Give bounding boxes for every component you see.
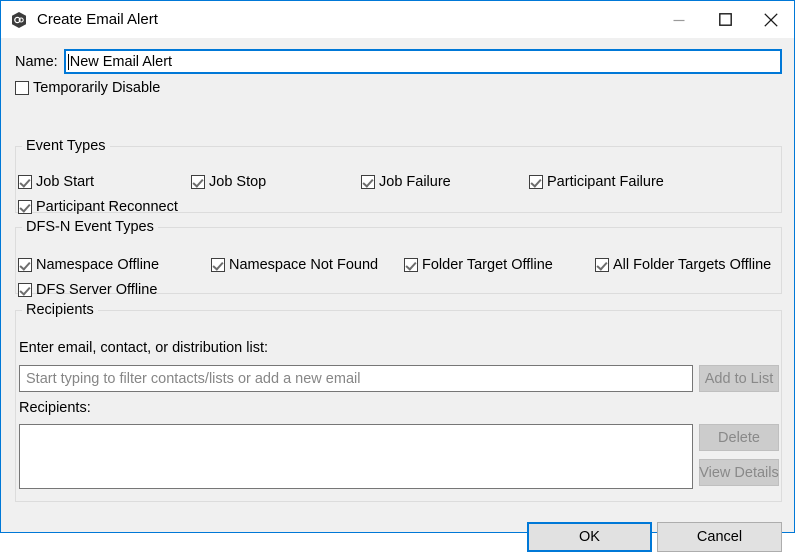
checkbox-job-stop[interactable]: Job Stop: [191, 175, 266, 189]
window-title: Create Email Alert: [37, 12, 158, 27]
checkbox-label: Namespace Offline: [36, 258, 159, 272]
event-types-legend: Event Types: [22, 138, 110, 154]
minimize-button[interactable]: [656, 1, 702, 38]
name-input-value: New Email Alert: [70, 54, 172, 70]
view-details-label: View Details: [699, 465, 779, 481]
ok-button[interactable]: OK: [527, 522, 652, 552]
name-row: Name: New Email Alert: [15, 49, 782, 74]
create-email-alert-dialog: Create Email Alert Nam: [0, 0, 795, 533]
minimize-icon: [673, 14, 685, 26]
temporarily-disable-checkbox[interactable]: Temporarily Disable: [15, 81, 160, 95]
text-caret: [68, 54, 69, 70]
checkbox-participant-failure[interactable]: Participant Failure: [529, 175, 664, 189]
checkbox-box: [15, 81, 29, 95]
checkbox-label: Job Start: [36, 175, 94, 189]
checkbox-folder-target-offline[interactable]: Folder Target Offline: [404, 258, 553, 272]
name-label: Name:: [15, 54, 58, 70]
checkbox-box: [361, 175, 375, 189]
checkbox-box: [595, 258, 609, 272]
checkbox-box: [18, 283, 32, 297]
recipients-search-input[interactable]: Start typing to filter contacts/lists or…: [19, 365, 693, 392]
checkbox-label: Participant Reconnect: [36, 200, 178, 214]
checkbox-participant-reconnect[interactable]: Participant Reconnect: [18, 200, 178, 214]
titlebar: Create Email Alert: [1, 1, 794, 38]
checkbox-label: Job Failure: [379, 175, 451, 189]
recipients-entry-label: Enter email, contact, or distribution li…: [19, 340, 268, 356]
recipients-list-label: Recipients:: [19, 400, 91, 416]
checkbox-label: DFS Server Offline: [36, 283, 157, 297]
checkbox-box: [18, 200, 32, 214]
checkbox-job-failure[interactable]: Job Failure: [361, 175, 451, 189]
maximize-button[interactable]: [702, 1, 748, 38]
dfsn-event-types-legend: DFS-N Event Types: [22, 219, 158, 235]
view-details-button[interactable]: View Details: [699, 459, 779, 486]
maximize-icon: [719, 13, 732, 26]
add-to-list-label: Add to List: [705, 371, 774, 387]
close-button[interactable]: [748, 1, 794, 38]
checkbox-box: [404, 258, 418, 272]
delete-label: Delete: [718, 430, 760, 446]
ok-label: OK: [579, 529, 600, 545]
recipients-search-placeholder: Start typing to filter contacts/lists or…: [26, 371, 360, 387]
checkbox-label: All Folder Targets Offline: [613, 258, 771, 272]
delete-button[interactable]: Delete: [699, 424, 779, 451]
checkbox-box: [18, 175, 32, 189]
checkbox-job-start[interactable]: Job Start: [18, 175, 94, 189]
checkbox-label: Namespace Not Found: [229, 258, 378, 272]
checkbox-namespace-not-found[interactable]: Namespace Not Found: [211, 258, 378, 272]
window-controls: [656, 1, 794, 38]
checkbox-namespace-offline[interactable]: Namespace Offline: [18, 258, 159, 272]
checkbox-label: Job Stop: [209, 175, 266, 189]
checkbox-box: [211, 258, 225, 272]
checkbox-dfs-server-offline[interactable]: DFS Server Offline: [18, 283, 157, 297]
temporarily-disable-label: Temporarily Disable: [33, 81, 160, 95]
checkbox-label: Folder Target Offline: [422, 258, 553, 272]
recipients-legend: Recipients: [22, 302, 98, 318]
checkbox-box: [191, 175, 205, 189]
checkbox-label: Participant Failure: [547, 175, 664, 189]
dialog-body: Name: New Email Alert Temporarily Disabl…: [1, 38, 794, 532]
checkbox-box: [18, 258, 32, 272]
checkbox-box: [529, 175, 543, 189]
checkbox-all-folder-targets-offline[interactable]: All Folder Targets Offline: [595, 258, 771, 272]
name-input[interactable]: New Email Alert: [64, 49, 782, 74]
cancel-label: Cancel: [697, 529, 742, 545]
cancel-button[interactable]: Cancel: [657, 522, 782, 552]
close-icon: [764, 13, 778, 27]
app-hexagon-icon: [10, 11, 28, 29]
recipients-listbox[interactable]: [19, 424, 693, 489]
add-to-list-button[interactable]: Add to List: [699, 365, 779, 392]
